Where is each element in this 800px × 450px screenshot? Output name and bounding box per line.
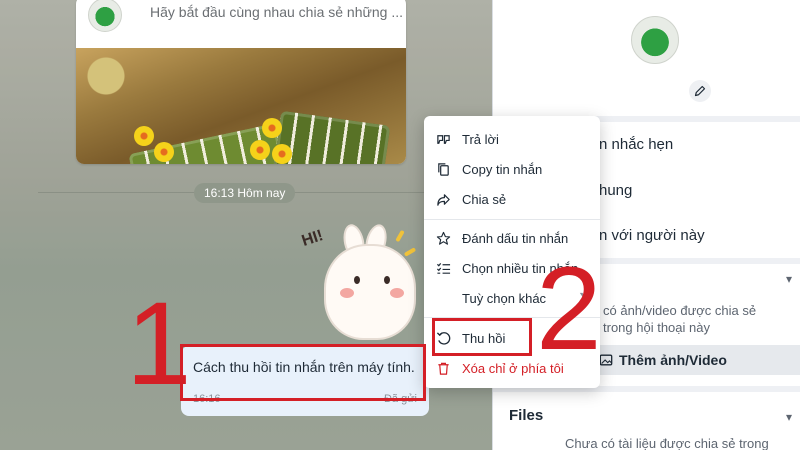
menu-item-copy[interactable]: Copy tin nhắn xyxy=(424,155,600,183)
quote-icon xyxy=(424,132,462,147)
sticker-sparkle xyxy=(395,229,405,243)
apricot-flower xyxy=(154,142,174,162)
sticker-eye xyxy=(354,276,360,284)
step-number-2: 2 xyxy=(536,243,602,375)
menu-item-label: Copy tin nhắn xyxy=(462,161,543,177)
files-collapse-icon[interactable]: ▾ xyxy=(786,410,792,424)
share-icon xyxy=(424,192,462,207)
time-divider-label: 16:13 Hôm nay xyxy=(194,183,296,203)
shared-with-person-label: n với người này xyxy=(599,227,705,244)
menu-item-label: Tuỳ chọn khác xyxy=(462,290,547,306)
menu-item-label: Trả lời xyxy=(462,131,499,147)
highlight-box-message xyxy=(180,344,426,401)
conversation-avatar[interactable] xyxy=(631,16,679,64)
sticker-cheek xyxy=(340,288,354,298)
shared-post-header: Hãy bắt đầu cùng nhau chia sẻ những ... xyxy=(76,0,406,48)
apricot-flower xyxy=(272,144,292,164)
checklist-icon xyxy=(424,261,462,276)
copy-icon xyxy=(424,162,462,177)
reminder-label: n nhắc hẹn xyxy=(599,136,674,153)
menu-item-share[interactable]: Chia sẻ xyxy=(424,185,600,213)
files-empty-text: Chưa có tài liệu được chia sẻ trong xyxy=(565,436,769,450)
collapse-icon[interactable]: ▾ xyxy=(786,272,792,286)
apricot-flower xyxy=(262,118,282,138)
menu-separator xyxy=(424,219,600,220)
media-empty-text: có ảnh/video được chia sẻ trong hội thoạ… xyxy=(603,303,757,335)
highlight-box-recall xyxy=(432,318,532,356)
apricot-flower xyxy=(134,126,154,146)
shared-post-card[interactable]: Hãy bắt đầu cùng nhau chia sẻ những ... xyxy=(76,0,406,164)
star-icon xyxy=(424,231,462,246)
pencil-icon xyxy=(694,85,706,97)
files-section-title: Files xyxy=(509,407,544,424)
sticker-sparkle xyxy=(403,247,417,257)
sticker-hi-text: HI! xyxy=(299,227,326,250)
add-media-label: Thêm ảnh/Video xyxy=(619,352,727,368)
sticker-cheek xyxy=(390,288,404,298)
post-avatar xyxy=(88,0,122,32)
edit-name-button[interactable] xyxy=(689,80,711,102)
bunny-sticker[interactable]: HI! xyxy=(298,224,422,344)
trash-icon xyxy=(424,361,462,376)
menu-item-reply[interactable]: Trả lời xyxy=(424,125,600,153)
post-snippet: Hãy bắt đầu cùng nhau chia sẻ những ... xyxy=(150,4,403,20)
groups-label: hung xyxy=(599,182,633,199)
menu-item-label: Chia sẻ xyxy=(462,191,507,207)
apricot-flower xyxy=(250,140,270,160)
sticker-eye xyxy=(384,276,390,284)
post-photo[interactable] xyxy=(76,48,406,164)
step-number-1: 1 xyxy=(126,278,192,410)
